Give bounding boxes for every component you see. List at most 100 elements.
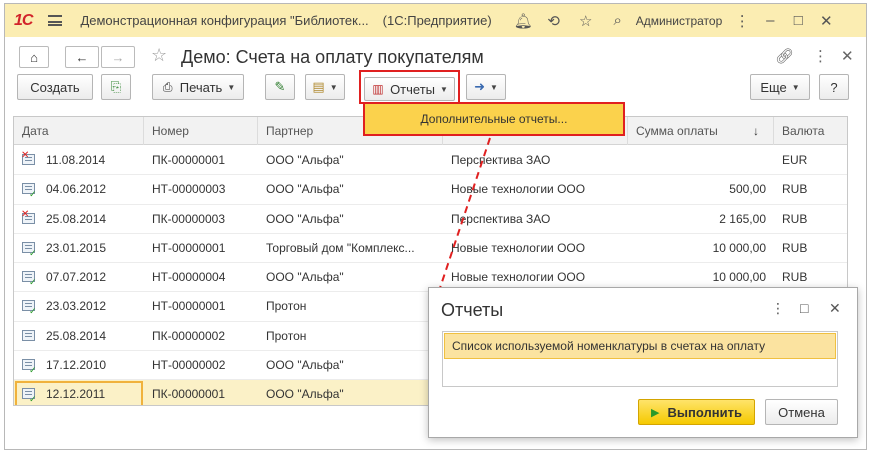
- cell-currency: RUB: [782, 211, 808, 226]
- unposted-mark-icon: ✕: [21, 150, 30, 161]
- user-name[interactable]: Администратор: [636, 14, 723, 28]
- cell-number: НТ-00000001: [152, 299, 226, 314]
- cell-date: 25.08.2014: [46, 211, 107, 226]
- cell-sum: 2 165,00: [719, 211, 766, 226]
- column-header-sum[interactable]: Сумма оплаты ↓: [628, 117, 774, 145]
- cell-date: 25.08.2014: [46, 328, 107, 343]
- cell-organization: Перспектива ЗАО: [451, 153, 551, 167]
- dialog-title: Отчеты: [441, 300, 504, 320]
- cell-organization: Перспектива ЗАО: [451, 211, 551, 226]
- close-icon[interactable]: ✕: [818, 12, 834, 30]
- cell-number: ПК-00000002: [152, 328, 226, 343]
- cell-number: ПК-00000001: [152, 153, 226, 167]
- table-row[interactable]: ✕ 25.08.2014 ПК-00000003 ООО "Альфа" Перспек…: [14, 205, 847, 234]
- cell-partner: Протон: [266, 299, 307, 314]
- help-button[interactable]: ?: [819, 74, 849, 100]
- cell-date: 23.03.2012: [46, 299, 107, 314]
- cell-number: НТ-00000003: [152, 182, 226, 197]
- document-icon: ▤: [312, 79, 325, 94]
- home-icon: ⌂: [30, 49, 38, 65]
- history-icon[interactable]: ⟲: [546, 12, 562, 30]
- dialog-menu-icon[interactable]: ⋮: [771, 300, 785, 317]
- more-vert-icon[interactable]: ⋮: [734, 12, 750, 30]
- reports-button[interactable]: ▥ Отчеты ▼: [364, 77, 455, 101]
- maximize-icon[interactable]: □: [790, 12, 806, 29]
- back-button[interactable]: ←: [65, 46, 99, 68]
- column-header-currency[interactable]: Валюта: [774, 117, 847, 145]
- link-icon[interactable]: 🔗︎: [775, 47, 794, 65]
- cell-number: НТ-00000001: [152, 240, 226, 255]
- cell-number: ПК-00000003: [152, 211, 226, 226]
- run-button[interactable]: ▶ Выполнить: [638, 399, 755, 425]
- sum-header-label: Сумма оплаты: [636, 124, 718, 138]
- copy-icon: ⎘: [110, 79, 122, 94]
- dialog-maximize-icon[interactable]: □: [800, 300, 808, 316]
- pencil-icon: ✎: [274, 79, 286, 94]
- reports-dropdown-item[interactable]: Дополнительные отчеты...: [363, 102, 625, 136]
- app-name: (1С:Предприятие): [382, 13, 492, 28]
- chevron-down-icon: ▼: [227, 82, 236, 92]
- cell-partner: ООО "Альфа": [266, 153, 344, 167]
- arrow-right-icon: →: [111, 49, 125, 65]
- chevron-down-icon: ▼: [489, 82, 498, 92]
- bell-icon[interactable]: 🔔︎: [514, 12, 533, 30]
- navigate-button[interactable]: ➜ ▼: [466, 74, 506, 100]
- posted-mark-icon: ✓: [29, 189, 37, 200]
- play-icon: ▶: [651, 406, 660, 419]
- create-button[interactable]: Создать: [17, 74, 93, 100]
- edit-button[interactable]: ✎: [265, 74, 295, 100]
- table-row[interactable]: ✕ 11.08.2014 ПК-00000001 ООО "Альфа" Перспек…: [14, 146, 847, 176]
- column-header-number[interactable]: Номер: [144, 117, 258, 145]
- cell-number: НТ-00000002: [152, 358, 226, 373]
- dialog-close-icon[interactable]: ✕: [829, 300, 841, 317]
- title-bar: 1С Демонстрационная конфигурация "Библио…: [5, 4, 866, 37]
- create-based-button[interactable]: ▤ ▼: [305, 74, 345, 100]
- cell-date: 12.12.2011: [46, 387, 106, 402]
- home-button[interactable]: ⌂: [19, 46, 49, 68]
- cell-number: ПК-00000001: [152, 387, 226, 402]
- chevron-down-icon: ▼: [440, 84, 448, 94]
- sort-desc-icon: ↓: [753, 124, 759, 138]
- form-close-icon[interactable]: ✕: [841, 47, 854, 65]
- unposted-mark-icon: ✕: [21, 208, 30, 220]
- reports-label: Отчеты: [390, 81, 435, 97]
- search-icon[interactable]: ⌕: [610, 12, 626, 29]
- posted-mark-icon: ✓: [29, 394, 37, 405]
- chevron-down-icon: ▼: [791, 82, 800, 92]
- print-button[interactable]: ⎙ Печать ▼: [152, 74, 244, 100]
- report-list-item[interactable]: Список используемой номенклатуры в счета…: [444, 333, 836, 359]
- minimize-icon[interactable]: –: [762, 12, 778, 29]
- cell-date: 04.06.2012: [46, 182, 107, 197]
- reports-dialog: Отчеты ⋮ □ ✕ Список используемой номенкл…: [428, 287, 858, 438]
- reports-list: Список используемой номенклатуры в счета…: [442, 331, 838, 387]
- forward-button[interactable]: →: [101, 46, 135, 68]
- menu-icon[interactable]: [48, 15, 63, 26]
- star-icon[interactable]: ☆: [578, 12, 594, 30]
- table-row[interactable]: ✓ 04.06.2012 НТ-00000003 ООО "Альфа" Новые т…: [14, 175, 847, 205]
- cell-sum: [628, 146, 766, 175]
- cell-partner: Торговый дом "Комплекс...: [266, 240, 415, 255]
- cell-partner: ООО "Альфа": [266, 387, 344, 402]
- additional-reports-label: Дополнительные отчеты...: [420, 112, 568, 126]
- app-logo: 1С: [14, 11, 33, 29]
- report-chart-icon: ▥: [372, 82, 384, 96]
- cell-currency: RUB: [782, 240, 808, 255]
- posted-mark-icon: ✓: [29, 306, 37, 317]
- table-row[interactable]: ✓ 23.01.2015 НТ-00000001 Торговый дом "Комп…: [14, 234, 847, 264]
- printer-icon: ⎙: [162, 80, 173, 94]
- print-label: Печать: [179, 79, 223, 95]
- cancel-button[interactable]: Отмена: [765, 399, 838, 425]
- favorite-star-icon[interactable]: ☆: [151, 45, 167, 66]
- cell-organization: Новые технологии ООО: [451, 182, 586, 197]
- copy-button[interactable]: ⎘: [101, 74, 131, 100]
- cell-currency: EUR: [782, 153, 808, 167]
- cell-partner: ООО "Альфа": [266, 358, 344, 373]
- cell-date: 17.12.2010: [46, 358, 107, 373]
- posted-mark-icon: ✓: [29, 247, 37, 258]
- cell-sum: 10 000,00: [712, 240, 766, 255]
- posted-mark-icon: ✓: [29, 365, 37, 376]
- column-header-date[interactable]: Дата: [14, 117, 144, 145]
- more-button[interactable]: Еще ▼: [750, 74, 810, 100]
- cell-currency: RUB: [782, 182, 808, 197]
- form-menu-icon[interactable]: ⋮: [813, 47, 828, 65]
